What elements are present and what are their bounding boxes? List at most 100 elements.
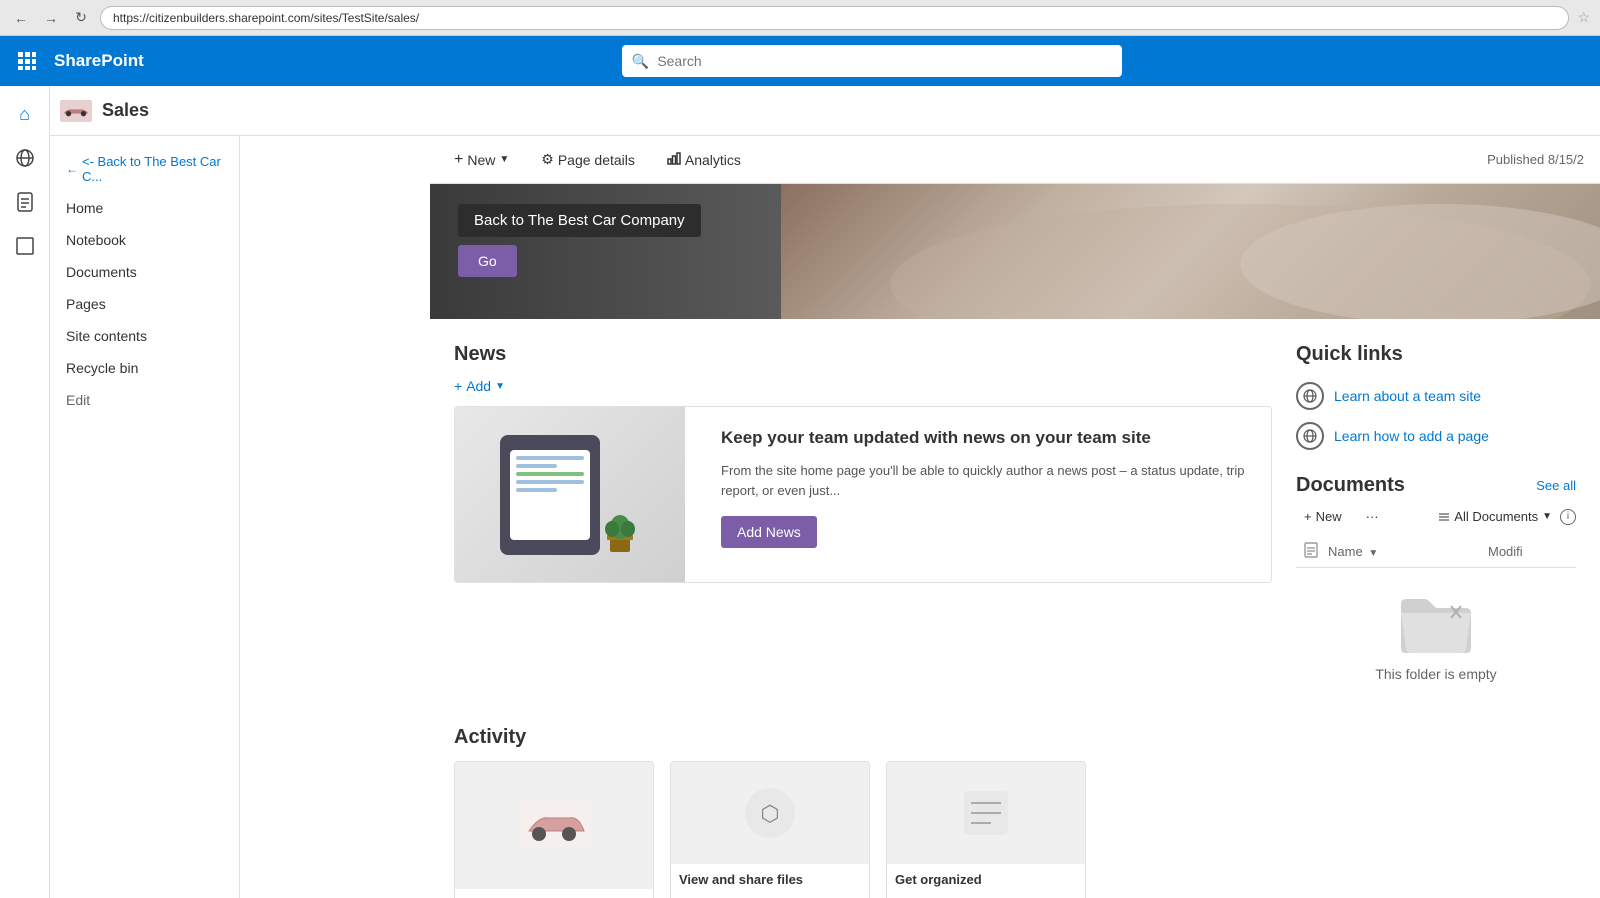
- sidebar-icon-globe[interactable]: [5, 138, 45, 178]
- sidebar-icon-pages[interactable]: [5, 226, 45, 266]
- quick-link-label-0: Learn about a team site: [1334, 388, 1481, 404]
- plus-icon: +: [454, 151, 463, 169]
- sharepoint-logo: SharePoint: [54, 51, 144, 71]
- empty-folder-text: This folder is empty: [1375, 666, 1496, 682]
- quick-links-title: Quick links: [1296, 343, 1576, 366]
- activity-card-title-2: Get organized: [887, 864, 1085, 895]
- nav-item-home[interactable]: Home: [50, 192, 239, 224]
- page-toolbar: + New ▼ ⚙ Page details Analytics Publish…: [430, 136, 1600, 184]
- activity-card-title-1: View and share files: [671, 864, 869, 895]
- sidebar-icon-document[interactable]: [5, 182, 45, 222]
- new-chevron-icon: ▼: [499, 154, 509, 165]
- sidebar-icon-home[interactable]: ⌂: [5, 94, 45, 134]
- hero-car-image: [781, 184, 1600, 319]
- analytics-label: Analytics: [685, 152, 741, 168]
- activity-card-img-1: ⬡: [671, 762, 869, 864]
- organize-icon: [956, 783, 1016, 843]
- hero-tooltip: Back to The Best Car Company: [458, 204, 701, 237]
- docs-name-column-header: Name ▼: [1328, 544, 1488, 559]
- news-content: Keep your team updated with news on your…: [701, 407, 1271, 582]
- refresh-button[interactable]: ↻: [70, 7, 92, 29]
- nav-item-site-contents[interactable]: Site contents: [50, 320, 239, 352]
- main-column: News + Add ▼: [454, 343, 1272, 702]
- activity-card-img-2: [887, 762, 1085, 864]
- news-section: News + Add ▼: [454, 343, 1272, 583]
- analytics-icon: [667, 151, 681, 168]
- quick-links-section: Quick links Learn about a team site: [1296, 343, 1576, 450]
- documents-header: Documents See all: [1296, 474, 1576, 497]
- hero-background: [781, 184, 1600, 319]
- page-details-label: Page details: [558, 152, 635, 168]
- hero-banner: Back to The Best Car Company Go: [430, 184, 1600, 319]
- activity-section: Activity Sales: [430, 702, 1600, 898]
- forward-button[interactable]: →: [40, 7, 62, 29]
- browser-bar: ← → ↻ ☆: [0, 0, 1600, 36]
- new-label: New: [467, 152, 495, 168]
- docs-info-button[interactable]: i: [1560, 509, 1576, 525]
- documents-toolbar: + New ··· All Documents ▼: [1296, 505, 1576, 528]
- add-news-button[interactable]: Add News: [721, 516, 817, 548]
- view-chevron-icon: ▼: [1542, 511, 1552, 522]
- url-bar[interactable]: [100, 6, 1569, 30]
- new-button[interactable]: + New ▼: [446, 147, 517, 173]
- activity-cards: Sales ⬡ View and share files Collaborate…: [454, 761, 1576, 898]
- news-description: From the site home page you'll be able t…: [721, 461, 1251, 500]
- docs-modified-column-header: Modifi: [1488, 544, 1568, 559]
- news-image: [455, 407, 685, 582]
- news-add-button[interactable]: + Add ▼: [454, 378, 1272, 394]
- site-header: Sales: [0, 86, 1600, 136]
- docs-view-select[interactable]: All Documents ▼: [1438, 509, 1552, 524]
- hero-go-button[interactable]: Go: [458, 245, 517, 277]
- view-icon: [1438, 511, 1450, 523]
- activity-title: Activity: [454, 726, 1576, 749]
- car-logo-image: [60, 101, 92, 121]
- hero-overlay: Back to The Best Car Company Go: [458, 204, 701, 277]
- sidebar-icons: ⌂: [0, 86, 50, 898]
- sales-car-icon: [514, 796, 594, 856]
- quick-link-label-1: Learn how to add a page: [1334, 428, 1489, 444]
- quick-link-0[interactable]: Learn about a team site: [1296, 382, 1576, 410]
- waffle-menu-button[interactable]: [12, 46, 42, 76]
- activity-card-0[interactable]: Sales: [454, 761, 654, 898]
- back-link[interactable]: ← <- Back to The Best Car C...: [50, 146, 239, 192]
- page-details-button[interactable]: ⚙ Page details: [533, 147, 643, 172]
- back-button[interactable]: ←: [10, 7, 32, 29]
- search-bar[interactable]: 🔍: [622, 45, 1122, 77]
- bookmark-icon[interactable]: ☆: [1577, 9, 1590, 26]
- name-sort-icon: ▼: [1368, 548, 1378, 559]
- left-nav: ← <- Back to The Best Car C... Home Note…: [50, 136, 240, 898]
- activity-card-title-0: Sales: [455, 889, 653, 898]
- page-details-icon: ⚙: [541, 151, 554, 168]
- globe-link-icon-1: [1296, 422, 1324, 450]
- activity-card-2[interactable]: Get organized Use lists to keep team act…: [886, 761, 1086, 898]
- nav-item-edit[interactable]: Edit: [50, 384, 239, 416]
- file-column-icon: [1304, 542, 1318, 558]
- search-input[interactable]: [657, 53, 1112, 69]
- documents-section: Documents See all + New ···: [1296, 474, 1576, 702]
- nav-item-notebook[interactable]: Notebook: [50, 224, 239, 256]
- published-status: Published 8/15/2: [1487, 152, 1584, 167]
- analytics-button[interactable]: Analytics: [659, 147, 749, 172]
- back-arrow-icon: ←: [66, 162, 78, 176]
- main-content: Back to The Best Car Company Go News + A…: [430, 184, 1600, 898]
- site-title: Sales: [102, 100, 149, 121]
- two-column-layout: News + Add ▼: [430, 319, 1600, 702]
- content-area: ← <- Back to The Best Car C... Home Note…: [50, 136, 1600, 898]
- plant-icon: [600, 507, 640, 557]
- nav-item-documents[interactable]: Documents: [50, 256, 239, 288]
- docs-table-header: Name ▼ Modifi: [1296, 536, 1576, 568]
- empty-folder-icon: [1396, 588, 1476, 658]
- sp-topnav: SharePoint 🔍: [0, 36, 1600, 86]
- documents-title: Documents: [1296, 474, 1405, 497]
- docs-plus-icon: +: [1304, 509, 1312, 524]
- view-label: All Documents: [1454, 509, 1538, 524]
- activity-card-1[interactable]: ⬡ View and share files Collaborate on co…: [670, 761, 870, 898]
- quick-link-1[interactable]: Learn how to add a page: [1296, 422, 1576, 450]
- docs-new-button[interactable]: + New: [1296, 505, 1350, 528]
- nav-item-pages[interactable]: Pages: [50, 288, 239, 320]
- add-label: Add: [466, 378, 491, 394]
- see-all-link[interactable]: See all: [1536, 478, 1576, 493]
- docs-more-button[interactable]: ···: [1358, 505, 1387, 528]
- news-title: News: [454, 343, 1272, 366]
- nav-item-recycle-bin[interactable]: Recycle bin: [50, 352, 239, 384]
